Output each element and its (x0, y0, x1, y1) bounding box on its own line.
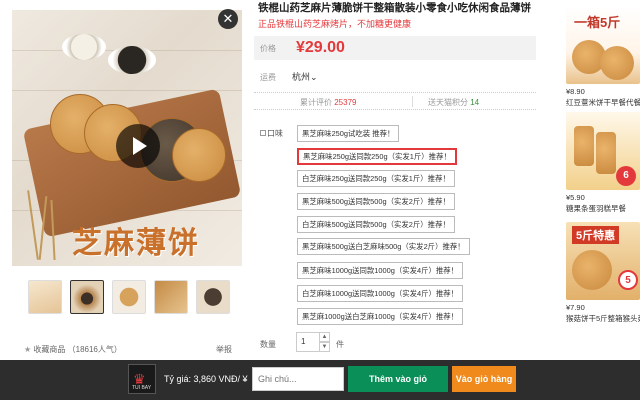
product-page: 芝麻薄饼 ✕ ★ 收藏商品 （18616人气） 举报 铁棍山药芝麻片薄脆饼干整箱… (0, 0, 640, 400)
flavor-option-selected[interactable]: 黑芝麻味250g送同款250g（实发1斤）推荐！ (297, 148, 457, 165)
order-extension-bar: ♛ TUI BAY Tỷ giá: 3,860 VNĐ/ ¥ Thêm vào … (0, 360, 640, 400)
shipping-label: 运费 (260, 73, 276, 82)
quantity-label: 数量 (260, 340, 276, 349)
recommendation-image: 5斤特惠 5 (566, 222, 640, 300)
quantity-unit: 件 (336, 340, 344, 349)
stats-row: 累计评价 25379 送天猫积分 14 (254, 92, 536, 110)
add-to-cart-button[interactable]: Thêm vào giỏ (348, 366, 448, 392)
flavor-option[interactable]: 白芝麻味1000g送同款1000g（实发4斤）推荐！ (297, 285, 464, 302)
favorite-label: 收藏商品 （18616人气） (33, 345, 122, 354)
recommendation-image: 一箱5斤 (566, 6, 640, 84)
quantity-decrease[interactable]: ▼ (320, 342, 330, 352)
reviews-count[interactable]: 25379 (334, 98, 356, 107)
reco-badge: 6 (616, 166, 636, 186)
reco-badge-secondary: 5 (618, 270, 638, 290)
flavor-option[interactable]: 黑芝麻味250g试吃装 推荐！ (297, 125, 400, 142)
flavor-option[interactable]: 黑芝麻1000g送白芝麻1000g（实发4斤）推荐！ (297, 308, 464, 325)
exchange-rate: Tỷ giá: 3,860 VNĐ/ ¥ (164, 374, 248, 384)
report-link[interactable]: 举报 (216, 344, 232, 355)
thumbnail-strip (28, 280, 230, 314)
recommendation-image: 6 (566, 112, 640, 190)
close-icon[interactable]: ✕ (218, 9, 238, 29)
reco-price: ¥8.90 (566, 87, 585, 96)
favorite-link[interactable]: ★ 收藏商品 （18616人气） (24, 344, 122, 355)
reviews-label: 累计评价 (300, 98, 332, 107)
product-subtitle: 正品铁棍山药芝麻烤片，不加糖更健康 (258, 19, 412, 29)
recommendation-card[interactable]: 5斤特惠 5 ¥7.90 猴菇饼干5斤整箱猴头菇无加糖 (566, 222, 640, 324)
ship-from-value: 杭州 (292, 72, 311, 82)
ship-from-select[interactable]: 杭州⌄ (292, 70, 318, 83)
reco-title: 红豆薏米饼干早餐代餐 (566, 98, 640, 107)
chevron-down-icon: ⌄ (310, 72, 318, 82)
note-input[interactable] (252, 367, 344, 391)
flavor-label: 口味 (260, 128, 283, 139)
go-to-cart-button[interactable]: Vào giỏ hàng (452, 366, 516, 392)
product-title: 铁棍山药芝麻片薄脆饼干整箱散装小零食小吃休闲食品薄饼 (258, 2, 531, 14)
quantity-input[interactable]: 1 (296, 332, 320, 352)
thumbnail[interactable] (112, 280, 146, 314)
thumbnail[interactable] (154, 280, 188, 314)
logo-text: TUI BAY (132, 385, 152, 391)
thumbnail[interactable] (196, 280, 230, 314)
thumbnail[interactable] (28, 280, 62, 314)
price-box: 价格 ¥29.00 (254, 36, 536, 60)
play-icon[interactable] (116, 124, 160, 168)
price-value: ¥29.00 (296, 39, 345, 56)
image-brand-text: 芝麻薄饼 (72, 226, 200, 261)
quantity-increase[interactable]: ▲ (320, 332, 330, 342)
flavor-option[interactable]: 黑芝麻味1000g送同款1000g（实发4斤）推荐！ (297, 262, 464, 279)
flavor-option[interactable]: 黑芝麻味500g送同款500g（实发2斤）推荐！ (297, 193, 455, 210)
reco-badge: 5斤特惠 (572, 226, 620, 244)
flavor-option[interactable]: 黑芝麻味500g送白芝麻味500g（实发2斤）推荐！ (297, 238, 470, 255)
price-label: 价格 (260, 44, 276, 53)
flavor-option[interactable]: 白芝麻味250g送同款250g（实发1斤）推荐！ (297, 170, 455, 187)
reco-price: ¥7.90 (566, 303, 585, 312)
points-label: 送天猫积分 (428, 98, 468, 107)
product-video[interactable]: 芝麻薄饼 (12, 10, 242, 266)
reco-price: ¥5.90 (566, 193, 585, 202)
thumbnail[interactable] (70, 280, 104, 314)
checkbox-icon (260, 130, 266, 136)
recommendation-card[interactable]: 6 ¥5.90 糖果条蛋羽糕早餐 (566, 112, 640, 214)
flavor-option[interactable]: 白芝麻味500g送同款500g（实发2斤）推荐！ (297, 216, 455, 233)
reco-badge: 一箱5斤 (574, 15, 621, 30)
reco-title: 糖果条蛋羽糕早餐 (566, 204, 626, 213)
reco-title: 猴菇饼干5斤整箱猴头菇无加糖 (566, 314, 640, 323)
star-icon: ★ (24, 345, 32, 354)
recommendation-card[interactable]: 一箱5斤 ¥8.90 红豆薏米饼干早餐代餐 (566, 6, 640, 108)
extension-logo: ♛ TUI BAY (128, 364, 156, 394)
points-value: 14 (470, 98, 480, 107)
